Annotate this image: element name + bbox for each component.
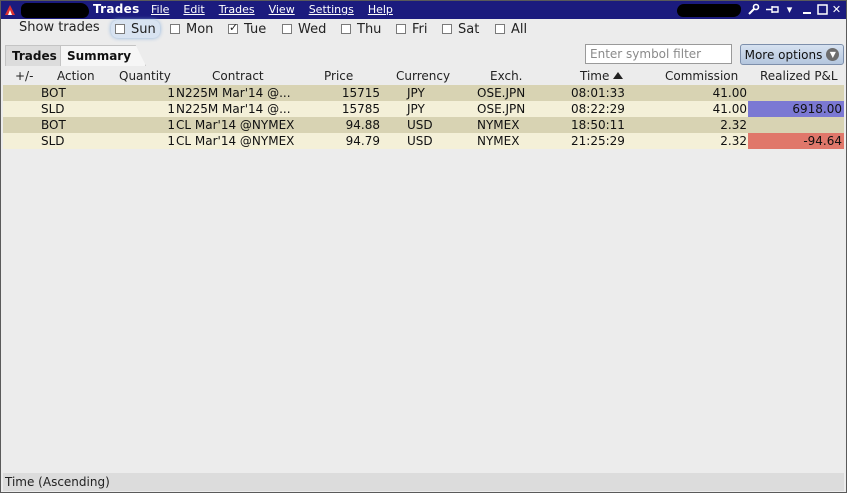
tabs-row: Trades Summary More options ▼ — [1, 41, 846, 67]
cell-quantity: 1 — [167, 134, 175, 148]
minimize-icon[interactable] — [801, 3, 814, 16]
column-header-currency[interactable]: Currency — [396, 69, 450, 83]
cell-realized-pnl: 6918.00 — [748, 101, 844, 117]
day-checkbox-thu[interactable]: Thu — [341, 20, 381, 38]
cell-contract: N225M Mar'14 @... — [176, 86, 291, 100]
cell-realized-pnl: -94.64 — [748, 133, 844, 149]
cell-exch: OSE.JPN — [477, 102, 526, 116]
close-icon[interactable]: ✕ — [830, 3, 843, 16]
tab-summary[interactable]: Summary — [60, 45, 147, 66]
cell-price: 94.88 — [345, 118, 380, 132]
checkbox-icon[interactable] — [115, 24, 125, 34]
table-row[interactable]: BOT 1 CL Mar'14 @NYMEX 94.88 USD NYMEX 1… — [3, 117, 844, 133]
cell-realized-pnl — [748, 117, 844, 133]
cell-contract: CL Mar'14 @NYMEX — [176, 134, 295, 148]
cell-action: SLD — [41, 102, 65, 116]
column-header-price[interactable]: Price — [324, 69, 353, 83]
column-header-contract[interactable]: Contract — [212, 69, 264, 83]
cell-exch: NYMEX — [477, 118, 520, 132]
day-checkbox-tue[interactable]: Tue — [228, 20, 266, 38]
cell-price: 15715 — [341, 86, 380, 100]
status-bar: Time (Ascending) — [3, 473, 844, 491]
cell-action: BOT — [41, 118, 66, 132]
column-header-action[interactable]: Action — [57, 69, 95, 83]
cell-commission: 2.32 — [720, 118, 747, 132]
cell-contract: N225M Mar'14 @... — [176, 102, 291, 116]
chevron-down-icon[interactable]: ▾ — [783, 3, 796, 16]
cell-action: SLD — [41, 134, 65, 148]
pin-icon[interactable] — [765, 3, 779, 16]
more-options-label: More options — [744, 47, 823, 62]
more-options-button[interactable]: More options ▼ — [740, 44, 844, 65]
checkbox-icon[interactable] — [170, 24, 180, 34]
column-header-quantity[interactable]: Quantity — [119, 69, 171, 83]
dropdown-icon: ▼ — [826, 48, 840, 61]
title-bar: Trades File Edit Trades View Settings He… — [1, 1, 846, 19]
show-trades-row: Show trades Sun Mon Tue Wed Thu Fri Sat … — [1, 19, 846, 39]
cell-commission: 41.00 — [712, 86, 747, 100]
cell-realized-pnl — [748, 85, 844, 101]
checkbox-checked-icon[interactable] — [228, 21, 238, 34]
cell-contract: CL Mar'14 @NYMEX — [176, 118, 295, 132]
cell-currency: USD — [407, 118, 433, 132]
day-checkbox-all[interactable]: All — [495, 20, 527, 38]
table-row[interactable]: BOT 1 N225M Mar'14 @... 15715 JPY OSE.JP… — [3, 85, 844, 101]
trades-table: +/- Action Quantity Contract Price Curre… — [3, 67, 844, 149]
cell-currency: USD — [407, 134, 433, 148]
symbol-filter-input[interactable] — [585, 44, 732, 64]
cell-time: 08:01:33 — [571, 86, 625, 100]
redacted-user — [677, 4, 741, 17]
checkbox-icon[interactable] — [396, 24, 406, 34]
redacted-account — [21, 3, 89, 18]
menu-help[interactable]: Help — [368, 3, 393, 16]
column-header-exch[interactable]: Exch. — [490, 69, 523, 83]
cell-time: 21:25:29 — [571, 134, 625, 148]
checkbox-icon[interactable] — [442, 24, 452, 34]
day-checkbox-wed[interactable]: Wed — [282, 20, 326, 38]
cell-currency: JPY — [407, 102, 425, 116]
cell-exch: OSE.JPN — [477, 86, 526, 100]
checkbox-icon[interactable] — [282, 24, 292, 34]
cell-price: 15785 — [341, 102, 380, 116]
sort-ascending-icon — [613, 72, 624, 79]
cell-quantity: 1 — [167, 102, 175, 116]
menu-settings[interactable]: Settings — [309, 3, 354, 16]
cell-quantity: 1 — [167, 118, 175, 132]
cell-price: 94.79 — [345, 134, 380, 148]
cell-time: 18:50:11 — [571, 118, 625, 132]
column-header-commission[interactable]: Commission — [665, 69, 738, 83]
day-checkbox-sat[interactable]: Sat — [442, 20, 479, 38]
tab-trades[interactable]: Trades — [5, 45, 64, 66]
cell-currency: JPY — [407, 86, 425, 100]
menu-bar: File Edit Trades View Settings Help — [151, 3, 407, 16]
menu-trades[interactable]: Trades — [219, 3, 255, 16]
trades-window: Trades File Edit Trades View Settings He… — [0, 0, 847, 493]
column-header-pm[interactable]: +/- — [15, 69, 33, 83]
day-checkbox-sun[interactable]: Sun — [111, 20, 160, 38]
wrench-icon[interactable] — [747, 3, 760, 16]
day-checkbox-fri[interactable]: Fri — [396, 20, 428, 38]
menu-view[interactable]: View — [269, 3, 295, 16]
window-title: Trades — [93, 2, 140, 16]
column-header-realized-pnl[interactable]: Realized P&L — [760, 69, 838, 83]
column-header-time[interactable]: Time — [580, 69, 624, 83]
cell-time: 08:22:29 — [571, 102, 625, 116]
checkbox-icon[interactable] — [341, 24, 351, 34]
cell-commission: 41.00 — [712, 102, 747, 116]
cell-exch: NYMEX — [477, 134, 520, 148]
menu-edit[interactable]: Edit — [183, 3, 204, 16]
day-checkbox-mon[interactable]: Mon — [170, 20, 213, 38]
table-row[interactable]: SLD 1 CL Mar'14 @NYMEX 94.79 USD NYMEX 2… — [3, 133, 844, 149]
cell-quantity: 1 — [167, 86, 175, 100]
menu-file[interactable]: File — [151, 3, 169, 16]
cell-commission: 2.32 — [720, 134, 747, 148]
table-header: +/- Action Quantity Contract Price Curre… — [3, 67, 844, 85]
cell-action: BOT — [41, 86, 66, 100]
app-logo-icon — [5, 5, 15, 15]
table-row[interactable]: SLD 1 N225M Mar'14 @... 15785 JPY OSE.JP… — [3, 101, 844, 117]
checkbox-icon[interactable] — [495, 24, 505, 34]
maximize-icon[interactable] — [816, 3, 829, 16]
show-trades-label: Show trades — [19, 20, 100, 35]
